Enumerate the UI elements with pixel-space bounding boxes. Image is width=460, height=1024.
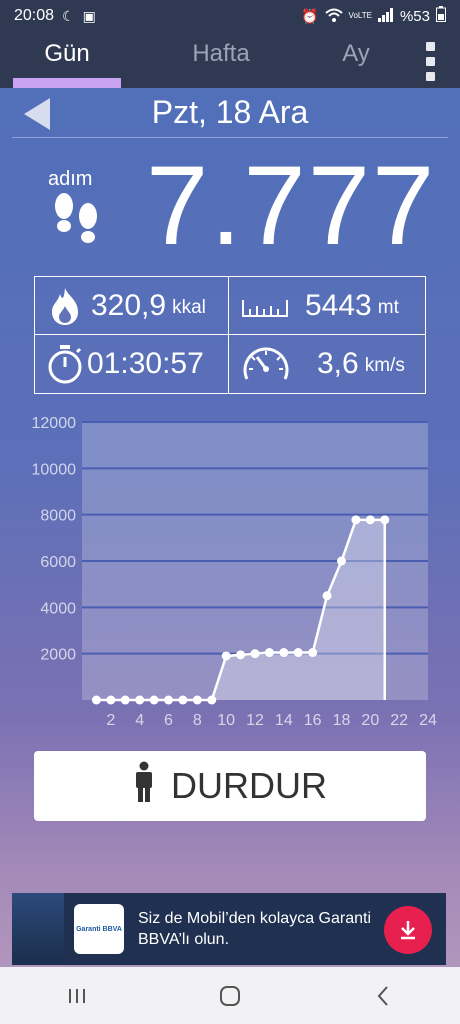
tab-month-label: Ay [342, 40, 370, 67]
speedometer-icon [241, 344, 291, 384]
x-tick-label: 4 [135, 712, 144, 729]
steps-label: adım [48, 168, 93, 190]
x-tick-label: 6 [164, 712, 173, 729]
download-icon[interactable] [384, 906, 432, 954]
moon-icon: ☾ [62, 7, 75, 24]
image-icon: ▣ [82, 7, 96, 24]
calories-cell: 320,9 kkal [35, 277, 229, 335]
y-tick-label: 6000 [40, 554, 76, 571]
x-tick-label: 2 [106, 712, 115, 729]
y-tick-label: 2000 [40, 647, 76, 664]
period-tabs: Gün Hafta Ay [0, 32, 460, 88]
hourly-steps-chart: 2000 4000 6000 8000 10000 12000 2 4 6 8 10 12 14 16 18… [10, 408, 450, 738]
data-point [135, 695, 145, 705]
data-point [337, 556, 346, 566]
stats-grid: 320,9 kkal 5443 mt 01:30:57 3,6 km/s [34, 276, 426, 394]
data-point [380, 515, 390, 525]
data-point [178, 695, 188, 705]
distance-unit: mt [377, 296, 399, 318]
tab-month[interactable]: Ay [301, 32, 411, 88]
data-point [221, 651, 231, 661]
distance-cell: 5443 mt [229, 277, 425, 335]
data-point [149, 695, 159, 705]
data-point [164, 695, 173, 705]
person-icon [133, 761, 155, 812]
calories-value: 320,9 [91, 288, 167, 322]
system-nav-bar [0, 967, 460, 1024]
data-point [351, 515, 361, 525]
x-tick-label: 14 [275, 712, 293, 729]
previous-day-arrow-icon[interactable] [24, 98, 50, 130]
data-point [106, 695, 116, 705]
tab-day[interactable]: Gün [13, 32, 121, 88]
x-tick-label: 24 [419, 712, 437, 729]
x-tick-label: 12 [246, 712, 264, 729]
footprints-icon [50, 192, 104, 246]
data-point [120, 695, 130, 705]
data-point [365, 515, 375, 525]
data-point [192, 695, 202, 705]
y-tick-label: 8000 [40, 508, 76, 525]
duration-cell: 01:30:57 [35, 335, 229, 393]
x-tick-label: 8 [193, 712, 202, 729]
home-icon[interactable] [210, 976, 250, 1016]
speed-value: 3,6 [317, 347, 359, 380]
x-tick-label: 18 [333, 712, 351, 729]
network-type: VoLTE [348, 11, 372, 20]
data-point [279, 648, 289, 658]
data-point [236, 650, 246, 660]
date-label: Pzt, 18 Ara [151, 94, 309, 130]
data-point [322, 591, 332, 601]
wifi-icon [324, 8, 343, 25]
chart-svg: 200040006000800010000120002 4 6 8 10 12 14 16 18… [32, 415, 438, 729]
battery-level: %53 [399, 7, 430, 25]
data-point [264, 648, 274, 658]
speed-cell: 3,6 km/s [229, 335, 425, 393]
x-tick-label: 20 [361, 712, 379, 729]
back-icon[interactable] [363, 976, 403, 1016]
data-point [207, 695, 217, 705]
ad-banner[interactable]: Garanti BBVA Siz de Mobil’den kolayca Ga… [12, 893, 446, 965]
data-point [91, 695, 101, 705]
flame-icon [45, 286, 85, 326]
ruler-icon [241, 286, 289, 326]
alarm-icon: ⏰ [301, 7, 319, 24]
data-point [308, 648, 318, 658]
battery-icon [436, 6, 446, 26]
y-tick-label: 10000 [32, 461, 77, 478]
ad-text: Siz de Mobil’den kolayca Garanti BBVA’lı… [138, 910, 372, 948]
status-bar: 20:08 ☾ ▣ ⏰ VoLTE %53 [0, 0, 460, 32]
ad-logo: Garanti BBVA [74, 904, 124, 954]
date-header: Pzt, 18 Ara [12, 88, 448, 138]
tab-day-label: Gün [44, 40, 90, 67]
distance-value: 5443 [305, 288, 372, 322]
stop-button-label: DURDUR [171, 765, 327, 806]
y-tick-label: 12000 [32, 415, 77, 432]
status-time: 20:08 [14, 7, 55, 24]
duration-value: 01:30:57 [87, 347, 204, 380]
signal-icon [377, 7, 394, 25]
data-point [293, 648, 303, 658]
data-point [250, 649, 260, 659]
speed-unit: km/s [364, 355, 405, 376]
overflow-menu-icon[interactable] [422, 42, 438, 81]
ad-thumbnail [12, 893, 64, 965]
x-tick-label: 10 [217, 712, 235, 729]
stopwatch-icon [45, 344, 85, 384]
tab-week-label: Hafta [192, 40, 250, 67]
stop-button[interactable]: DURDUR [34, 751, 426, 821]
steps-count: 7.777 [146, 143, 437, 268]
tab-week[interactable]: Hafta [141, 32, 301, 88]
recent-apps-icon[interactable] [57, 976, 97, 1016]
x-tick-label: 22 [390, 712, 408, 729]
x-tick-label: 16 [304, 712, 322, 729]
y-tick-label: 4000 [40, 600, 76, 617]
calories-unit: kkal [172, 296, 206, 318]
